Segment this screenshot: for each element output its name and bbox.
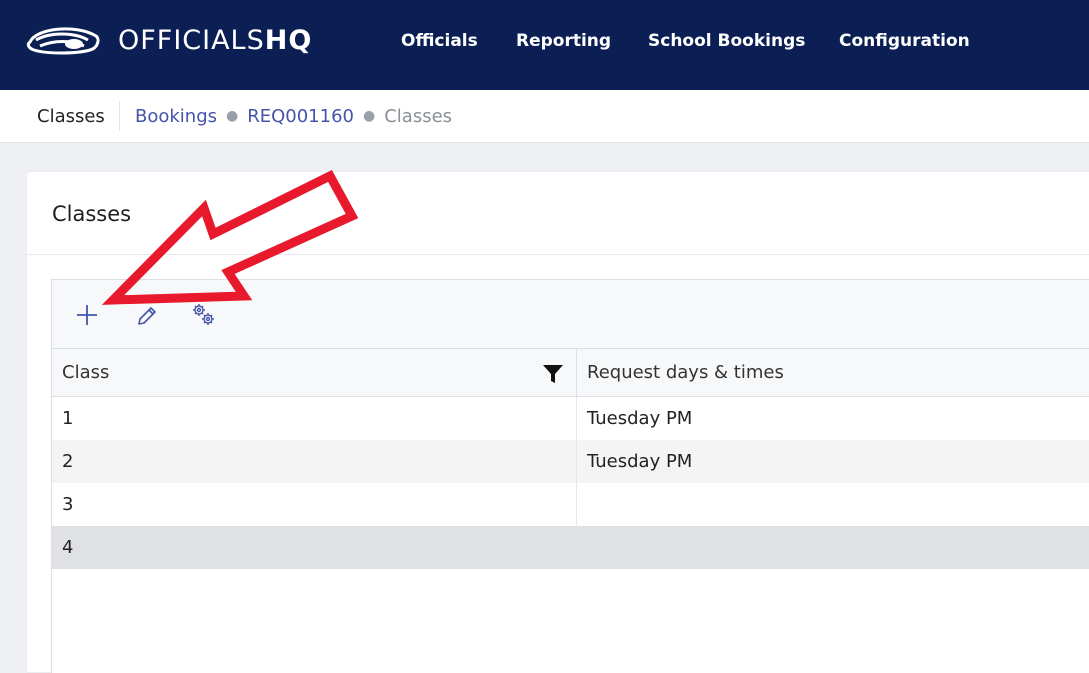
cell-divider (576, 440, 577, 483)
edit-button[interactable] (131, 300, 161, 330)
table-row[interactable]: 3 (52, 483, 1089, 526)
table-row[interactable]: 1 Tuesday PM (52, 397, 1089, 440)
cell-class: 2 (62, 451, 74, 472)
cell-request-days: Tuesday PM (587, 451, 693, 472)
section-title: Classes (37, 106, 105, 127)
classes-card: Classes Class Request days & times 1 Tue… (27, 172, 1089, 673)
breadcrumb-separator: ● (226, 108, 239, 124)
pencil-icon (138, 307, 156, 325)
table-header: Class Request days & times (52, 349, 1089, 397)
gears-icon (193, 304, 214, 325)
filter-icon[interactable] (542, 364, 564, 384)
breadcrumb-bookings[interactable]: Bookings (135, 106, 217, 127)
logo-text: OFFICIALSHQ (118, 26, 312, 56)
settings-button[interactable] (189, 300, 219, 330)
breadcrumb-bar: Classes Bookings ● REQ001160 ● Classes (0, 90, 1089, 143)
cell-class: 3 (62, 494, 74, 515)
breadcrumb-current: Classes (384, 106, 453, 127)
classes-grid: Class Request days & times 1 Tuesday PM … (51, 279, 1089, 673)
breadcrumb: Bookings ● REQ001160 ● Classes (135, 106, 452, 127)
logo-text-light: OFFICIALS (118, 25, 265, 56)
top-navbar: OFFICIALSHQ Officials Reporting School B… (0, 0, 1089, 90)
logo-mark-icon (26, 27, 100, 55)
breadcrumb-request[interactable]: REQ001160 (247, 106, 354, 127)
breadcrumb-divider (119, 101, 120, 131)
page-title: Classes (52, 202, 132, 226)
cell-divider (576, 483, 577, 526)
column-header-class[interactable]: Class (62, 349, 109, 396)
add-button[interactable] (72, 300, 102, 330)
cell-divider (576, 397, 577, 440)
column-divider[interactable] (576, 349, 577, 396)
breadcrumb-separator: ● (363, 108, 376, 124)
column-header-request-days[interactable]: Request days & times (587, 349, 784, 396)
cell-request-days: Tuesday PM (587, 408, 693, 429)
nav-reporting[interactable]: Reporting (516, 30, 611, 52)
nav-school-bookings[interactable]: School Bookings (648, 30, 805, 52)
nav-configuration[interactable]: Configuration (839, 30, 970, 52)
table-row[interactable]: 2 Tuesday PM (52, 440, 1089, 483)
nav-officials[interactable]: Officials (401, 30, 478, 52)
cell-class: 1 (62, 408, 74, 429)
logo-text-bold: HQ (264, 25, 313, 56)
grid-toolbar (52, 280, 1089, 349)
plus-icon (77, 305, 97, 325)
card-header: Classes (27, 172, 1089, 255)
cell-class: 4 (62, 537, 74, 558)
table-row-selected[interactable]: 4 (52, 526, 1089, 569)
